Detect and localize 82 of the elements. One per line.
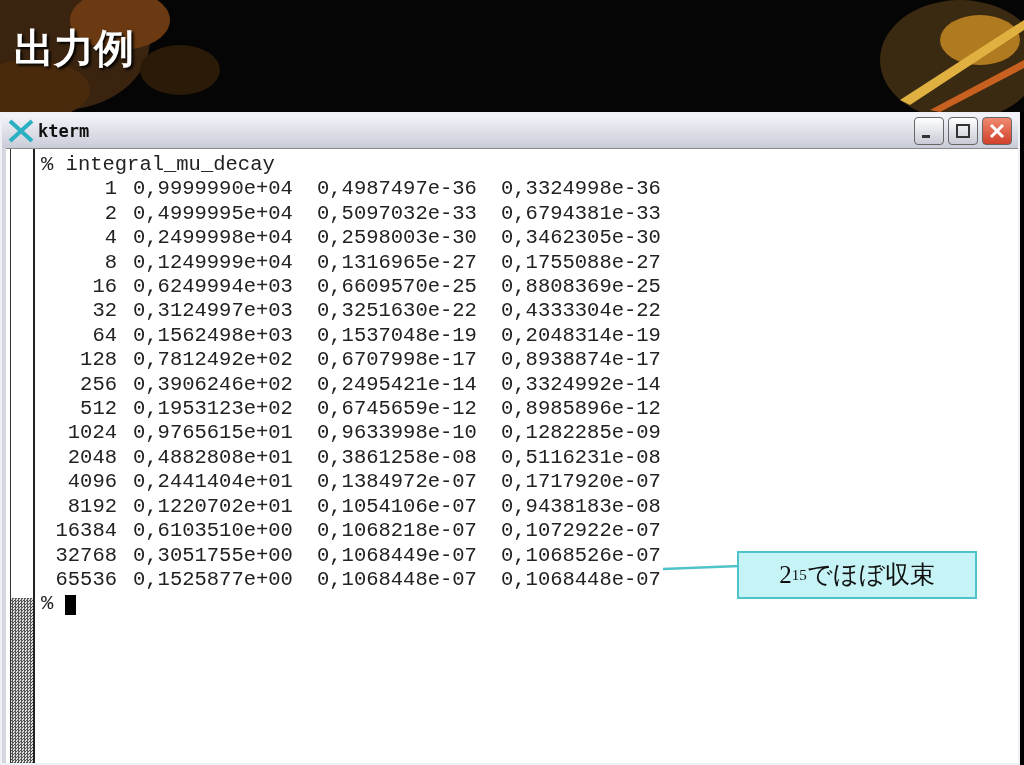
output-cell-text: 0,2499998e+04 — [133, 226, 294, 251]
output-cell-text: 0,4987497e-36 — [317, 177, 478, 202]
output-cell-text: 0,1717920e-07 — [501, 470, 662, 495]
slide-title: 出力例 — [14, 23, 134, 73]
output-cell-text: 1 — [103, 177, 117, 202]
close-icon — [989, 123, 1005, 139]
output-cell-text: 0,6609570e-25 — [317, 275, 478, 300]
output-cell-text: 0,1068448e-07 — [501, 567, 662, 593]
output-cell-text: 0,6249994e+03 — [133, 275, 294, 300]
output-cell-text: 2048 — [66, 445, 117, 471]
output-cell-text: 0,4882808e+01 — [133, 445, 294, 471]
output-cell-text: 0,2598003e-30 — [317, 226, 478, 251]
output-cell-text: 0,1384972e-07 — [317, 470, 478, 495]
output-cell-text: 0,9438183e-08 — [501, 494, 662, 520]
output-cell-text: 0,5097032e-33 — [317, 201, 478, 227]
output-cell-text: 0,3324998e-36 — [501, 177, 662, 202]
command-line: % integral_mu_decay — [41, 153, 276, 178]
output-cell-text: 0,1953123e+02 — [133, 397, 294, 422]
output-cell-text: 0,2495421e-14 — [317, 372, 478, 398]
maximize-icon — [955, 123, 971, 139]
output-cell-text: 0,8985896e-12 — [501, 397, 662, 422]
output-cell-text: 0,1316965e-27 — [317, 250, 478, 276]
output-cell-text: 0,3906246e+02 — [133, 372, 294, 398]
output-cell-text: 0,6103510e+00 — [133, 519, 294, 544]
minimize-icon — [922, 134, 930, 138]
output-cell-text: 0,5116231e-08 — [501, 445, 662, 471]
output-cell-text: 0,3462305e-30 — [501, 226, 662, 251]
output-cell-text: 0,1525877e+00 — [133, 567, 294, 593]
output-cell-text: 256 — [79, 372, 117, 398]
output-cell-text: 0,3051755e+00 — [133, 543, 294, 568]
output-cell-text: 0,1068526e-07 — [501, 543, 662, 568]
output-cell-text: 0,1755088e-27 — [501, 250, 662, 276]
output-cell-text: 0,3324992e-14 — [501, 372, 662, 398]
close-button[interactable] — [982, 117, 1012, 145]
output-cell-text: 64 — [91, 323, 117, 349]
output-cell-text: 16384 — [54, 519, 117, 544]
cursor — [65, 594, 77, 615]
output-cell-text: 0,1249999e+04 — [133, 250, 294, 276]
output-cell-text: 0,1068448e-07 — [317, 567, 478, 593]
output-cell-text: 0,9765615e+01 — [133, 421, 294, 446]
output-cell-text: 32768 — [54, 543, 117, 568]
output-cell-text: 4096 — [66, 470, 117, 495]
output-cell-text: 0,1068218e-07 — [317, 519, 478, 544]
output-cell-text: 128 — [79, 348, 117, 373]
scroll-thumb[interactable] — [11, 598, 33, 763]
output-cell-text: 65536 — [54, 567, 117, 593]
output-cell-text: 0,1537048e-19 — [317, 323, 478, 349]
output-cell-text: 0,9999990e+04 — [133, 177, 294, 202]
output-cell-text: 0,1054106e-07 — [317, 494, 478, 520]
output-cell-text: 0,4999995e+04 — [133, 201, 294, 227]
output-cell-text: 0,9633998e-10 — [317, 421, 478, 446]
output-cell-text: 0,8938874e-17 — [501, 348, 662, 373]
output-cell-text: 8 — [103, 250, 117, 276]
output-cell-text: 0,4333304e-22 — [501, 299, 662, 324]
output-cell-text: 4 — [103, 226, 117, 251]
x-logo-icon — [8, 119, 34, 143]
output-cell-text: 0,6794381e-33 — [501, 201, 662, 227]
scrollbar-track[interactable] — [10, 149, 35, 763]
output-cell-text: 0,6745659e-12 — [317, 397, 478, 422]
prompt: % — [41, 592, 54, 617]
output-cell-text: 0,3251630e-22 — [317, 299, 478, 324]
output-cell-text: 8192 — [66, 494, 117, 520]
output-cell-text: 0,1220702e+01 — [133, 494, 294, 520]
output-cell-text: 16 — [91, 275, 117, 300]
output-cell-text: 0,3861258e-08 — [317, 445, 478, 471]
output-cell-text: 1024 — [66, 421, 117, 446]
output-cell-text: 0,2441404e+01 — [133, 470, 294, 495]
output-cell-text: 0,7812492e+02 — [133, 348, 294, 373]
output-cell-text: 0,1562498e+03 — [133, 323, 294, 349]
output-cell-text: 0,1072922e-07 — [501, 519, 662, 544]
output-cell-text: 0,3124997e+03 — [133, 299, 294, 324]
output-cell-text: 32 — [91, 299, 117, 324]
output-cell-text: 512 — [79, 397, 117, 422]
output-cell-text: 0,8808369e-25 — [501, 275, 662, 300]
output-cell-text: 0,6707998e-17 — [317, 348, 478, 373]
minimize-button[interactable] — [914, 117, 944, 145]
maximize-button[interactable] — [948, 117, 978, 145]
output-cell-text: 0,1282285e-09 — [501, 421, 662, 446]
output-cell-text: 0,2048314e-19 — [501, 323, 662, 349]
window-title: kterm — [38, 121, 91, 141]
output-cell-text: 0,1068449e-07 — [317, 543, 478, 568]
output-cell-text: 2 — [103, 201, 117, 227]
